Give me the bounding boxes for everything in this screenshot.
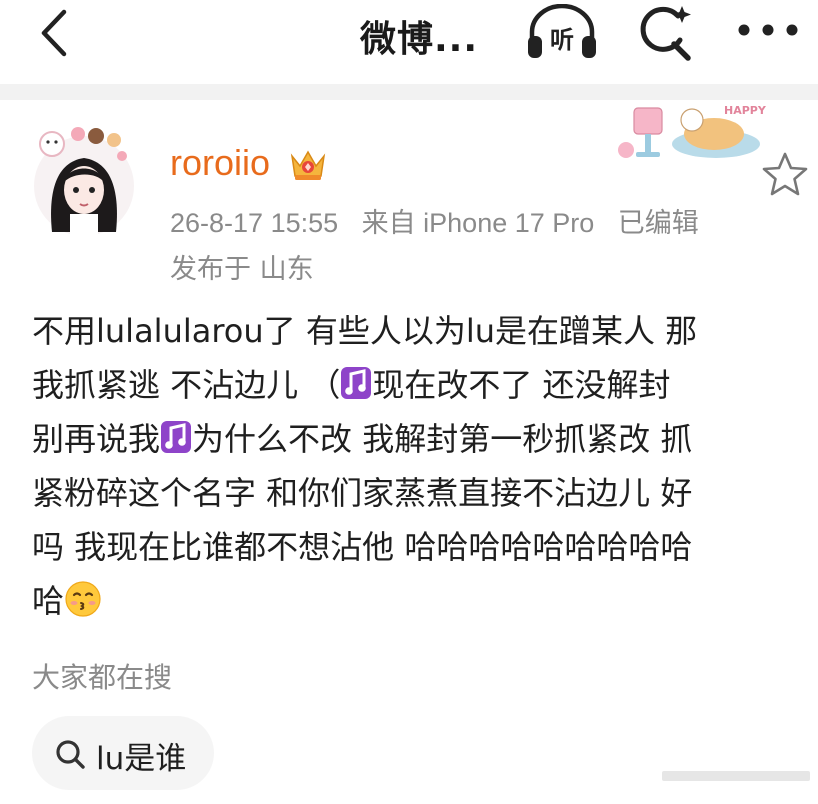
top-nav-bar: 微博... 听: [0, 0, 818, 84]
post-line: 吗 我现在比谁都不想沾他 哈哈哈哈哈哈哈哈哈: [32, 528, 693, 566]
headphones-icon: 听: [528, 3, 596, 58]
favorite-button[interactable]: [760, 150, 810, 198]
edited-label[interactable]: 已编辑: [618, 208, 699, 238]
author-username[interactable]: roroiio: [170, 142, 270, 184]
avatar[interactable]: [30, 122, 138, 240]
post-line-segment: 哈: [32, 582, 65, 620]
music-note-emoji: [160, 418, 192, 456]
back-button[interactable]: [30, 8, 80, 58]
post-meta: 26-8-17 15:55 来自 iPhone 17 Pro 已编辑: [170, 201, 715, 240]
post-line: 我抓紧逃 不沾边儿 （ 现在改不了 还没解封: [32, 358, 802, 412]
page-title: 微博...: [360, 19, 479, 60]
more-dots-icon: [738, 24, 798, 36]
svg-text:HAPPY: HAPPY: [724, 104, 767, 117]
post-content: 不用lulalularou了 有些人以为lu是在蹭某人 那 我抓紧逃 不沾边儿 …: [32, 304, 802, 628]
kissing-face-emoji: [64, 580, 102, 618]
search-ai-icon: [640, 6, 691, 61]
card-decoration: HAPPY: [612, 96, 772, 168]
star-icon: [762, 152, 808, 196]
suggestions-title: 大家都在搜: [32, 661, 173, 694]
listen-label: 听: [550, 26, 574, 54]
crown-icon[interactable]: [288, 146, 328, 182]
post-date: 26-8-17 15:55: [170, 208, 339, 238]
post-source: 来自 iPhone 17 Pro: [361, 208, 595, 238]
more-options-button[interactable]: [736, 18, 800, 42]
search-icon: [56, 740, 85, 769]
listen-button[interactable]: 听: [524, 3, 600, 60]
post-line: 别再说我 为什么不改 我解封第一秒抓紧改 抓: [32, 412, 802, 466]
post-line-segment: 我抓紧逃 不沾边儿 （: [32, 366, 341, 404]
post-line: 紧粉碎这个名字 和你们家蒸煮直接不沾边儿 好: [32, 474, 693, 512]
post-line-segment: 别再说我: [32, 420, 161, 458]
post-line-segment: 现在改不了 还没解封: [372, 366, 671, 404]
post-line-segment: 为什么不改 我解封第一秒抓紧改 抓: [192, 420, 693, 458]
suggestion-label: lu是谁: [96, 741, 187, 777]
chevron-left-icon: [41, 9, 67, 57]
post-location: 发布于 山东: [170, 254, 314, 285]
suggestion-chip[interactable]: lu是谁: [32, 716, 214, 790]
post-line: 不用lulalularou了 有些人以为lu是在蹭某人 那: [32, 312, 698, 350]
search-button[interactable]: [634, 2, 698, 62]
music-note-emoji: [340, 364, 372, 402]
post-line: 哈: [32, 574, 802, 628]
watermark: [662, 768, 810, 782]
